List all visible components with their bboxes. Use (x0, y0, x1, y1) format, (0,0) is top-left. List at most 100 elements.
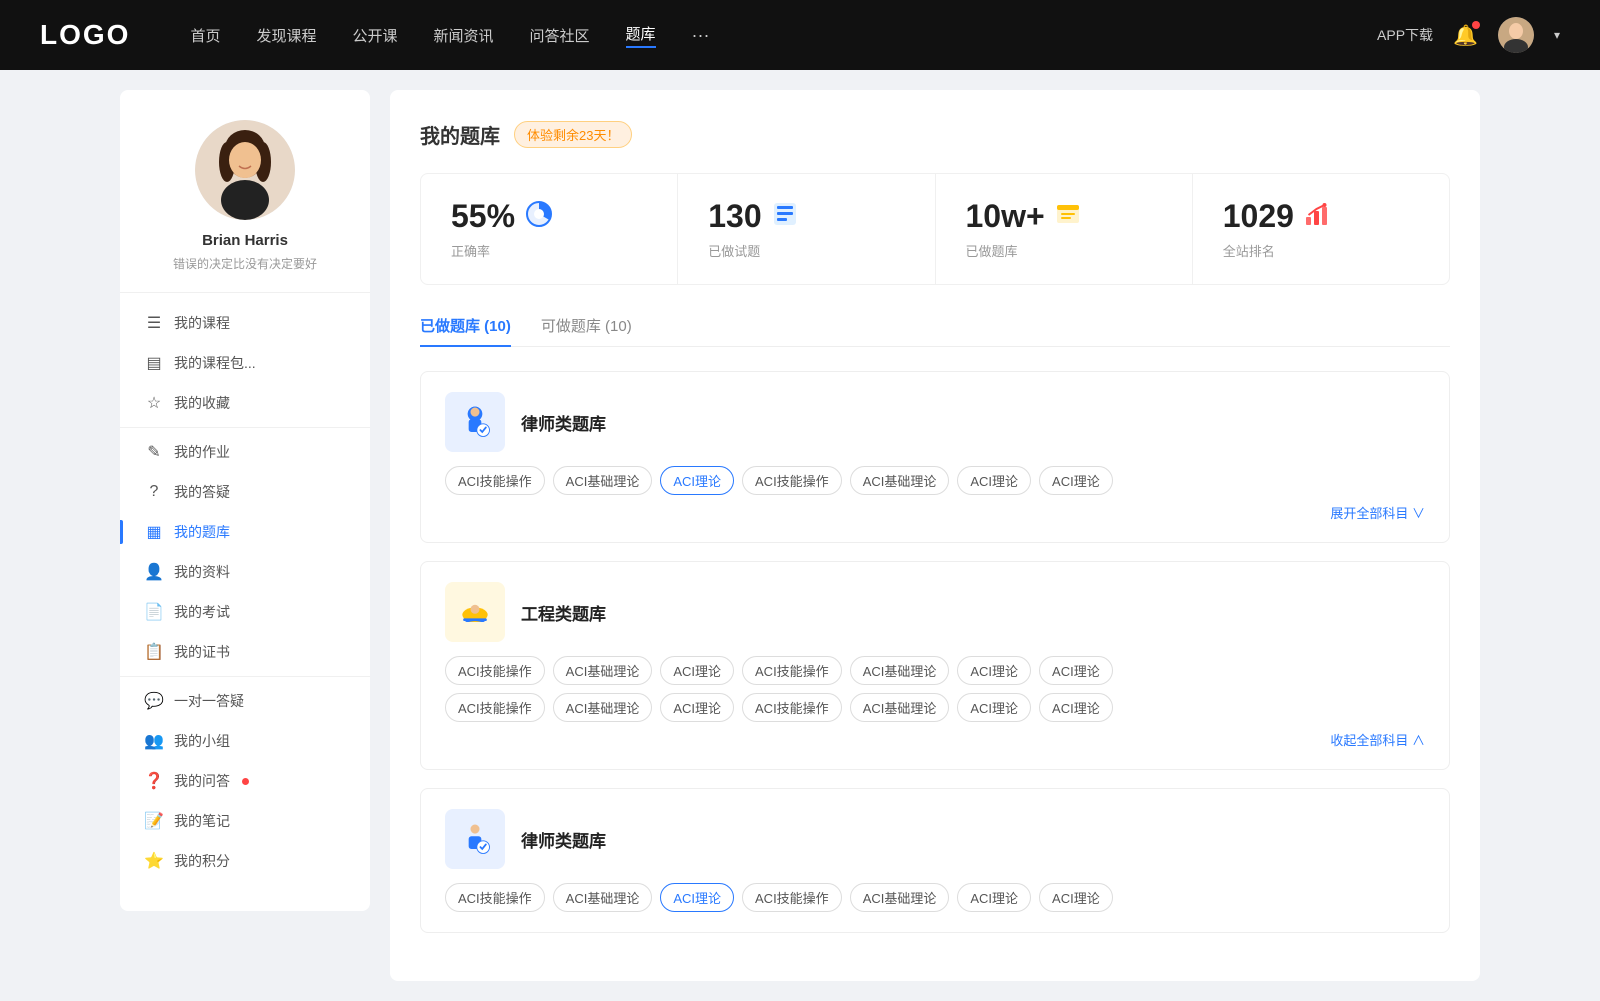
done-questions-icon (772, 201, 798, 233)
nav-question-bank[interactable]: 题库 (626, 23, 656, 48)
tag-active[interactable]: ACI理论 (660, 883, 734, 912)
sidebar-item-qa[interactable]: ? 我的答疑 (120, 472, 370, 512)
stats-row: 55% 正确率 130 (420, 173, 1450, 285)
tag[interactable]: ACI理论 (1039, 656, 1113, 685)
user-name: Brian Harris (140, 232, 350, 249)
sidebar-item-exam[interactable]: 📄 我的考试 (120, 592, 370, 632)
sidebar-item-certificate[interactable]: 📋 我的证书 (120, 632, 370, 672)
nav-qa[interactable]: 问答社区 (530, 25, 590, 46)
content-area: 我的题库 体验剩余23天！ 55% 正确率 (390, 90, 1480, 981)
tag[interactable]: ACI理论 (957, 883, 1031, 912)
sidebar-item-course-packages[interactable]: ▤ 我的课程包... (120, 343, 370, 383)
nav-discover[interactable]: 发现课程 (256, 25, 316, 46)
tag[interactable]: ACI技能操作 (445, 883, 545, 912)
tag[interactable]: ACI基础理论 (850, 656, 950, 685)
sidebar-item-my-qa[interactable]: ❓ 我的问答 (120, 761, 370, 801)
navbar-right: APP下载 🔔 ▾ (1377, 17, 1560, 53)
tag[interactable]: ACI技能操作 (742, 466, 842, 495)
main-container: Brian Harris 错误的决定比没有决定要好 ☰ 我的课程 ▤ 我的课程包… (100, 70, 1500, 1001)
trial-badge: 体验剩余23天！ (514, 121, 632, 148)
sidebar-profile: Brian Harris 错误的决定比没有决定要好 (120, 120, 370, 293)
tag-active[interactable]: ACI理论 (660, 466, 734, 495)
bank-card-engineer: 工程类题库 ACI技能操作 ACI基础理论 ACI理论 ACI技能操作 ACI基… (420, 561, 1450, 770)
tag[interactable]: ACI理论 (1039, 466, 1113, 495)
tag[interactable]: ACI基础理论 (553, 466, 653, 495)
accuracy-icon (525, 200, 553, 234)
nav-open-course[interactable]: 公开课 (352, 25, 397, 46)
tag[interactable]: ACI技能操作 (742, 656, 842, 685)
tab-done-banks[interactable]: 已做题库 (10) (420, 315, 511, 346)
sidebar-item-favorites[interactable]: ☆ 我的收藏 (120, 383, 370, 423)
tag[interactable]: ACI理论 (1039, 883, 1113, 912)
tag[interactable]: ACI理论 (1039, 693, 1113, 722)
stat-done-questions: 130 已做试题 (678, 174, 935, 284)
user-motto: 错误的决定比没有决定要好 (140, 255, 350, 272)
done-questions-value: 130 (708, 198, 761, 235)
tutoring-icon: 💬 (144, 691, 164, 711)
tag[interactable]: ACI理论 (957, 466, 1031, 495)
tag[interactable]: ACI理论 (957, 656, 1031, 685)
done-banks-icon (1055, 201, 1081, 233)
page-title: 我的题库 (420, 120, 500, 149)
sidebar-item-tutoring[interactable]: 💬 一对一答疑 (120, 681, 370, 721)
certificate-icon: 📋 (144, 642, 164, 662)
courses-icon: ☰ (144, 313, 164, 333)
question-bank-icon: ▦ (144, 522, 164, 542)
notification-bell[interactable]: 🔔 (1453, 23, 1478, 48)
stat-ranking: 1029 全站排名 (1193, 174, 1449, 284)
nav-menu: 首页 发现课程 公开课 新闻资讯 问答社区 题库 ··· (190, 23, 1377, 48)
notification-dot (1472, 21, 1480, 29)
tabs-row: 已做题库 (10) 可做题库 (10) (420, 315, 1450, 347)
nav-more[interactable]: ··· (692, 25, 710, 46)
accuracy-label: 正确率 (451, 241, 647, 260)
engineer-bank-tags-row2: ACI技能操作 ACI基础理论 ACI理论 ACI技能操作 ACI基础理论 AC… (445, 693, 1425, 722)
nav-news[interactable]: 新闻资讯 (434, 25, 494, 46)
sidebar-item-groups[interactable]: 👥 我的小组 (120, 721, 370, 761)
my-qa-dot (242, 778, 249, 785)
lawyer-bank-icon-1 (445, 392, 505, 452)
tag[interactable]: ACI理论 (660, 656, 734, 685)
nav-home[interactable]: 首页 (190, 25, 220, 46)
ranking-icon (1304, 201, 1330, 233)
tag[interactable]: ACI基础理论 (850, 883, 950, 912)
user-menu-chevron[interactable]: ▾ (1554, 28, 1560, 42)
stat-accuracy: 55% 正确率 (421, 174, 678, 284)
my-qa-icon: ❓ (144, 771, 164, 791)
tab-available-banks[interactable]: 可做题库 (10) (541, 315, 632, 346)
bank-card-lawyer-2: 律师类题库 ACI技能操作 ACI基础理论 ACI理论 ACI技能操作 ACI基… (420, 788, 1450, 933)
sidebar-item-points[interactable]: ⭐ 我的积分 (120, 841, 370, 881)
sidebar-item-notes[interactable]: 📝 我的笔记 (120, 801, 370, 841)
sidebar-item-profile[interactable]: 👤 我的资料 (120, 552, 370, 592)
points-icon: ⭐ (144, 851, 164, 871)
tag[interactable]: ACI技能操作 (445, 656, 545, 685)
notes-icon: 📝 (144, 811, 164, 831)
tag[interactable]: ACI基础理论 (850, 693, 950, 722)
tag[interactable]: ACI理论 (957, 693, 1031, 722)
sidebar-item-courses[interactable]: ☰ 我的课程 (120, 303, 370, 343)
tag[interactable]: ACI基础理论 (850, 466, 950, 495)
done-banks-label: 已做题库 (966, 241, 1162, 260)
tag[interactable]: ACI基础理论 (553, 883, 653, 912)
ranking-value: 1029 (1223, 198, 1294, 235)
page-header: 我的题库 体验剩余23天！ (420, 120, 1450, 149)
sidebar-item-homework[interactable]: ✎ 我的作业 (120, 432, 370, 472)
accuracy-value: 55% (451, 198, 515, 235)
sidebar-menu: ☰ 我的课程 ▤ 我的课程包... ☆ 我的收藏 ✎ 我的作业 ? 我的答疑 ▦ (120, 293, 370, 891)
engineer-bank-tags-row1: ACI技能操作 ACI基础理论 ACI理论 ACI技能操作 ACI基础理论 AC… (445, 656, 1425, 685)
bank-card-lawyer-1: 律师类题库 ACI技能操作 ACI基础理论 ACI理论 ACI技能操作 ACI基… (420, 371, 1450, 543)
sidebar-item-question-bank[interactable]: ▦ 我的题库 (120, 512, 370, 552)
tag[interactable]: ACI技能操作 (742, 883, 842, 912)
expand-button-1[interactable]: 展开全部科目 ∨ (445, 503, 1425, 522)
app-download-link[interactable]: APP下载 (1377, 25, 1433, 45)
tag[interactable]: ACI技能操作 (742, 693, 842, 722)
lawyer-bank-tags-1: ACI技能操作 ACI基础理论 ACI理论 ACI技能操作 ACI基础理论 AC… (445, 466, 1425, 495)
tag[interactable]: ACI技能操作 (445, 466, 545, 495)
collapse-button[interactable]: 收起全部科目 ∧ (445, 730, 1425, 749)
tag[interactable]: ACI基础理论 (553, 693, 653, 722)
tag[interactable]: ACI理论 (660, 693, 734, 722)
lawyer-bank-title-1: 律师类题库 (521, 410, 606, 435)
tag[interactable]: ACI技能操作 (445, 693, 545, 722)
homework-icon: ✎ (144, 442, 164, 462)
tag[interactable]: ACI基础理论 (553, 656, 653, 685)
user-avatar-nav[interactable] (1498, 17, 1534, 53)
